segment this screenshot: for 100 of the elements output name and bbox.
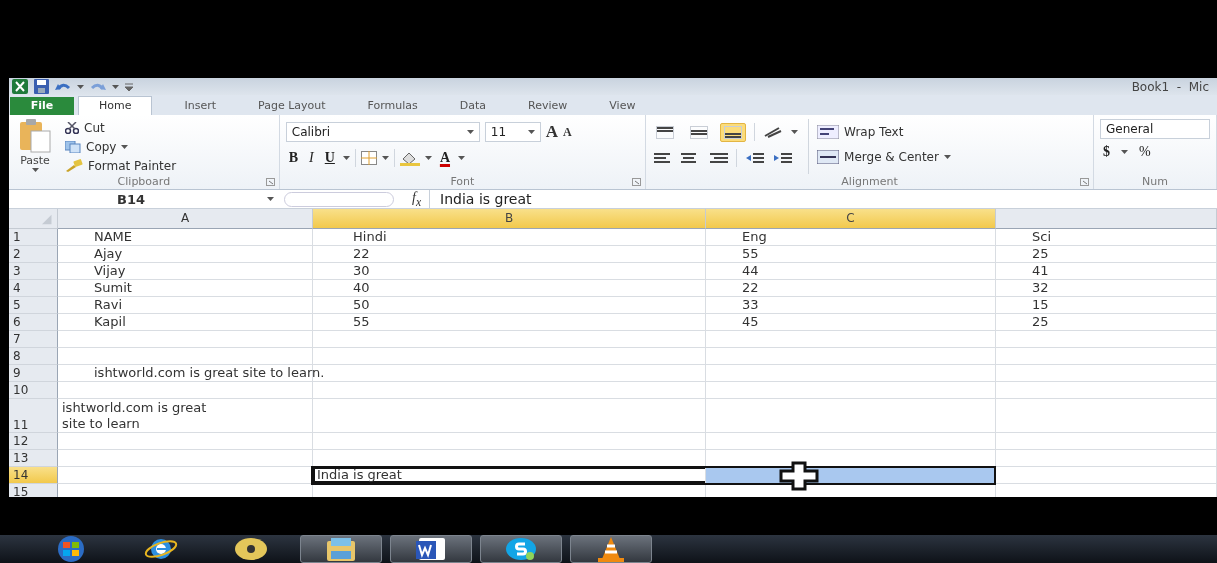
- table-cell[interactable]: 33: [706, 297, 996, 314]
- table-cell[interactable]: [706, 331, 996, 348]
- caret-icon[interactable]: [112, 84, 119, 89]
- dialog-launcher-icon[interactable]: [1080, 178, 1089, 186]
- merge-center-button[interactable]: Merge & Center: [817, 148, 951, 165]
- table-cell[interactable]: [313, 348, 706, 365]
- table-cell[interactable]: [706, 348, 996, 365]
- format-painter-button[interactable]: Format Painter: [65, 157, 177, 174]
- ribbon-tab[interactable]: Page Layout: [248, 97, 336, 115]
- align-left-icon[interactable]: [652, 151, 673, 165]
- font-color-button[interactable]: A: [436, 150, 453, 166]
- table-cell[interactable]: [706, 433, 996, 450]
- table-cell[interactable]: 22: [313, 246, 706, 263]
- table-cell[interactable]: [313, 382, 706, 399]
- caret-icon[interactable]: [381, 156, 389, 160]
- table-cell[interactable]: 41: [996, 263, 1217, 280]
- table-cell[interactable]: [996, 382, 1217, 399]
- caret-icon[interactable]: [527, 130, 535, 134]
- bold-button[interactable]: B: [285, 150, 302, 166]
- font-name-field[interactable]: Calibri: [285, 122, 480, 142]
- file-tab[interactable]: File: [10, 97, 74, 115]
- table-cell[interactable]: 44: [706, 263, 996, 280]
- bottom-align-button[interactable]: [720, 122, 747, 142]
- caret-icon[interactable]: [31, 168, 39, 172]
- ribbon-tab[interactable]: View: [599, 97, 646, 115]
- decrease-indent-icon[interactable]: [745, 151, 766, 165]
- caret-icon[interactable]: [342, 156, 350, 160]
- percent-button[interactable]: %: [1136, 144, 1154, 160]
- chat-icon[interactable]: [503, 535, 539, 563]
- row-header[interactable]: 6: [9, 314, 58, 331]
- table-cell[interactable]: Sci: [996, 229, 1217, 246]
- orientation-icon[interactable]: [763, 126, 784, 138]
- ribbon-tab[interactable]: Data: [449, 97, 497, 115]
- disc-icon[interactable]: [233, 535, 269, 563]
- ribbon-tab[interactable]: Review: [518, 97, 578, 115]
- table-cell[interactable]: Sumit: [58, 280, 313, 297]
- table-cell[interactable]: ishtworld.com is great site to learn: [58, 399, 313, 433]
- save-icon[interactable]: [34, 79, 49, 94]
- currency-button[interactable]: $: [1100, 144, 1113, 160]
- shrink-font-button[interactable]: A: [563, 124, 572, 140]
- table-cell[interactable]: Ajay: [58, 246, 313, 263]
- table-cell[interactable]: 25: [996, 246, 1217, 263]
- table-cell[interactable]: Eng: [706, 229, 996, 246]
- column-header[interactable]: C: [706, 209, 996, 229]
- caret-icon[interactable]: [466, 130, 474, 134]
- name-box[interactable]: B14: [9, 191, 284, 207]
- table-cell[interactable]: [996, 450, 1217, 467]
- table-cell[interactable]: [706, 382, 996, 399]
- increase-indent-icon[interactable]: [773, 151, 794, 165]
- copy-button[interactable]: Copy: [65, 138, 177, 155]
- taskbar-button[interactable]: [300, 535, 382, 563]
- cut-button[interactable]: Cut: [65, 119, 177, 136]
- align-right-icon[interactable]: [708, 151, 729, 165]
- table-cell[interactable]: [313, 399, 706, 433]
- borders-icon[interactable]: [360, 151, 377, 165]
- italic-button[interactable]: I: [306, 150, 317, 166]
- table-cell[interactable]: 25: [996, 314, 1217, 331]
- table-cell[interactable]: 55: [706, 246, 996, 263]
- taskbar-button[interactable]: [570, 535, 652, 563]
- font-size-field[interactable]: 11: [484, 122, 541, 142]
- taskbar-button[interactable]: [390, 535, 472, 563]
- ribbon-tab[interactable]: Home: [78, 96, 153, 115]
- table-cell[interactable]: [58, 433, 313, 450]
- caret-icon[interactable]: [458, 156, 465, 160]
- row-header[interactable]: 9: [9, 365, 58, 382]
- number-format-field[interactable]: General: [1100, 119, 1210, 139]
- paste-button[interactable]: Paste: [15, 119, 55, 174]
- caret-icon[interactable]: [121, 144, 129, 149]
- ribbon-tab[interactable]: Insert: [174, 97, 227, 115]
- dialog-launcher-icon[interactable]: [265, 178, 275, 186]
- table-cell[interactable]: 50: [313, 297, 706, 314]
- formula-input[interactable]: India is great: [429, 189, 1217, 209]
- table-cell[interactable]: 40: [313, 280, 706, 297]
- table-cell[interactable]: [706, 399, 996, 433]
- customize-toolbar-icon[interactable]: [125, 82, 133, 91]
- table-cell[interactable]: Hindi: [313, 229, 706, 246]
- row-header[interactable]: 3: [9, 263, 58, 280]
- taskbar-button[interactable]: [480, 535, 562, 563]
- ribbon-tab[interactable]: Formulas: [357, 97, 428, 115]
- row-header[interactable]: 1: [9, 229, 58, 246]
- table-cell[interactable]: 45: [706, 314, 996, 331]
- caret-icon[interactable]: [77, 84, 84, 89]
- table-cell[interactable]: [996, 399, 1217, 433]
- table-cell[interactable]: [313, 433, 706, 450]
- row-header[interactable]: 11: [9, 399, 58, 433]
- table-cell[interactable]: [313, 331, 706, 348]
- insert-function-button[interactable]: f$_{x}$: [404, 189, 430, 209]
- row-header[interactable]: 15: [9, 484, 58, 497]
- table-cell[interactable]: Kapil: [58, 314, 313, 331]
- table-cell[interactable]: [996, 348, 1217, 365]
- caret-icon[interactable]: [267, 197, 274, 201]
- table-cell[interactable]: [58, 450, 313, 467]
- underline-button[interactable]: U: [321, 150, 338, 166]
- table-cell[interactable]: 30: [313, 263, 706, 280]
- row-header[interactable]: 4: [9, 280, 58, 297]
- table-cell[interactable]: [58, 348, 313, 365]
- row-header[interactable]: 10: [9, 382, 58, 399]
- row-header[interactable]: 5: [9, 297, 58, 314]
- table-cell[interactable]: 32: [996, 280, 1217, 297]
- table-cell[interactable]: [58, 382, 313, 399]
